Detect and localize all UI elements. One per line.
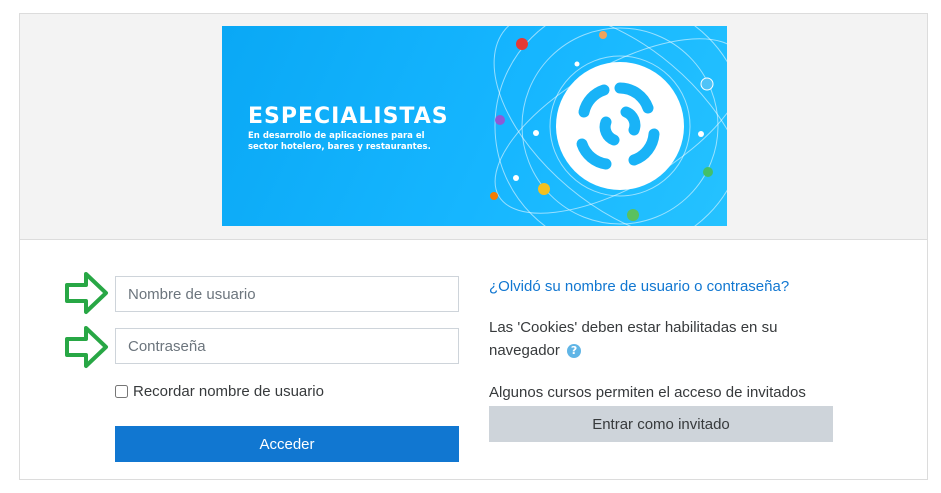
banner-subtitle-line: En desarrollo de aplicaciones para el: [248, 131, 425, 141]
green-arrow-icon: [65, 326, 108, 368]
cookies-notice-line-2: navegador ?: [489, 339, 809, 362]
banner-image: ESPECIALISTAS En desarrollo de aplicacio…: [222, 26, 727, 226]
help-icon[interactable]: ?: [567, 344, 582, 359]
remember-username-label: Recordar nombre de usuario: [133, 383, 324, 400]
login-form-area: Recordar nombre de usuario Acceder ¿Olvi…: [20, 240, 927, 481]
login-button[interactable]: Acceder: [115, 426, 459, 462]
cookies-notice-line: Las 'Cookies' deben estar habilitadas en…: [489, 319, 778, 336]
cookies-notice-text: navegador: [489, 342, 560, 359]
banner-title: ESPECIALISTAS: [248, 104, 449, 129]
cookies-notice: Las 'Cookies' deben estar habilitadas en…: [489, 316, 809, 362]
forgot-credentials-link[interactable]: ¿Olvidó su nombre de usuario o contraseñ…: [489, 278, 789, 295]
banner-subtitle: En desarrollo de aplicaciones para el se…: [248, 131, 438, 153]
username-input[interactable]: [115, 276, 459, 312]
remember-username-checkbox[interactable]: [115, 385, 128, 398]
login-card: ESPECIALISTAS En desarrollo de aplicacio…: [19, 13, 928, 480]
password-input[interactable]: [115, 328, 459, 364]
guest-login-button[interactable]: Entrar como invitado: [489, 406, 833, 442]
green-arrow-icon: [65, 272, 108, 314]
guest-access-note: Algunos cursos permiten el acceso de inv…: [489, 384, 806, 401]
banner-subtitle-line: sector hotelero, bares y restaurantes.: [248, 142, 431, 152]
remember-username[interactable]: Recordar nombre de usuario: [115, 383, 324, 400]
banner-area: ESPECIALISTAS En desarrollo de aplicacio…: [20, 14, 927, 240]
